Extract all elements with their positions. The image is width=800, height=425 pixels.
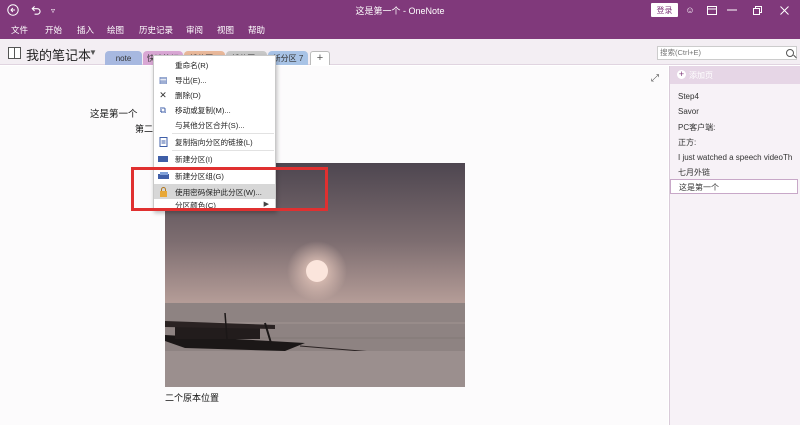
- title-bar: ▿ 这是第一个 - OneNote 登录 ☺: [0, 0, 800, 20]
- menu-view[interactable]: 视图: [217, 24, 234, 36]
- add-page-label: 添加页: [689, 71, 713, 80]
- window-title: 这是第一个 - OneNote: [355, 6, 445, 16]
- menu-item-rename[interactable]: 重命名(R): [154, 57, 275, 72]
- new-section-icon: [158, 154, 168, 164]
- page-list-panel: + 添加页 Step4 Savor PC客户端: 正方: I just watc…: [669, 66, 800, 425]
- photo-caption[interactable]: 二个原本位置: [165, 391, 219, 404]
- menu-home[interactable]: 开始: [45, 24, 62, 36]
- merge-icon: [158, 120, 168, 130]
- ribbon-display-icon[interactable]: [706, 2, 718, 18]
- delete-icon: ✕: [159, 90, 167, 100]
- minimize-icon[interactable]: [726, 2, 738, 18]
- page-item[interactable]: I just watched a speech videoTh: [670, 150, 798, 165]
- page-item[interactable]: Step4: [670, 89, 798, 104]
- menu-item-copy-link[interactable]: 复制指向分区的链接(L): [154, 134, 275, 149]
- page-item-selected[interactable]: 这是第一个: [670, 179, 798, 194]
- menu-review[interactable]: 审阅: [186, 24, 203, 36]
- login-button[interactable]: 登录: [651, 3, 678, 17]
- menu-item-label: 导出(E)...: [175, 76, 207, 85]
- add-section-button[interactable]: +: [310, 51, 330, 65]
- menu-insert[interactable]: 插入: [77, 24, 94, 36]
- tab-note[interactable]: note: [105, 51, 142, 65]
- page-item[interactable]: Savor: [670, 104, 798, 119]
- expand-icon[interactable]: ⤢: [651, 73, 659, 84]
- notebook-title[interactable]: 我的笔记本: [26, 45, 91, 64]
- menu-item-label: 移动或复制(M)...: [175, 106, 231, 115]
- menu-item-label: 与其他分区合并(S)...: [175, 121, 245, 130]
- menu-item-move-copy[interactable]: ⧉ 移动或复制(M)...: [154, 102, 275, 117]
- plus-icon: +: [677, 69, 686, 79]
- menu-item-label: 重命名(R): [175, 61, 209, 70]
- menu-item-label: 复制指向分区的链接(L): [175, 138, 253, 147]
- menu-help[interactable]: 帮助: [248, 24, 265, 36]
- link-icon: [158, 137, 168, 147]
- search-input[interactable]: 搜索(Ctrl+E): [657, 46, 797, 60]
- page-item[interactable]: 正方:: [670, 135, 798, 150]
- rename-icon: [158, 60, 168, 70]
- chevron-down-icon[interactable]: ▼: [89, 48, 97, 57]
- menu-item-export[interactable]: ▤ 导出(E)...: [154, 72, 275, 87]
- note-text-second[interactable]: 第二: [135, 122, 153, 135]
- maximize-icon[interactable]: [751, 2, 763, 18]
- menu-draw[interactable]: 绘图: [107, 24, 124, 36]
- move-copy-icon: ⧉: [159, 105, 167, 115]
- notebook-icon: [8, 47, 21, 59]
- export-icon: ▤: [158, 75, 168, 85]
- page-item[interactable]: PC客户端:: [670, 120, 798, 135]
- menu-item-label: 删除(D): [175, 91, 201, 100]
- menu-item-label: 新建分区(I): [175, 155, 213, 164]
- help-icon[interactable]: ☺: [684, 2, 696, 18]
- search-placeholder: 搜索(Ctrl+E): [660, 48, 702, 57]
- menu-item-delete[interactable]: ✕ 删除(D): [154, 87, 275, 102]
- ribbon-tabs: 文件 开始 插入 绘图 历史记录 审阅 视图 帮助: [0, 20, 800, 39]
- menu-item-merge[interactable]: 与其他分区合并(S)...: [154, 117, 275, 132]
- menu-file[interactable]: 文件: [11, 24, 28, 36]
- menu-item-new-section[interactable]: 新建分区(I): [154, 151, 275, 166]
- search-icon[interactable]: [786, 49, 794, 57]
- highlight-box: [131, 167, 328, 211]
- note-text[interactable]: 这是第一个: [90, 106, 138, 120]
- add-page-button[interactable]: + 添加页: [670, 66, 800, 84]
- menu-history[interactable]: 历史记录: [139, 24, 173, 36]
- page-item[interactable]: 七月外链: [670, 165, 798, 180]
- close-icon[interactable]: [778, 2, 790, 18]
